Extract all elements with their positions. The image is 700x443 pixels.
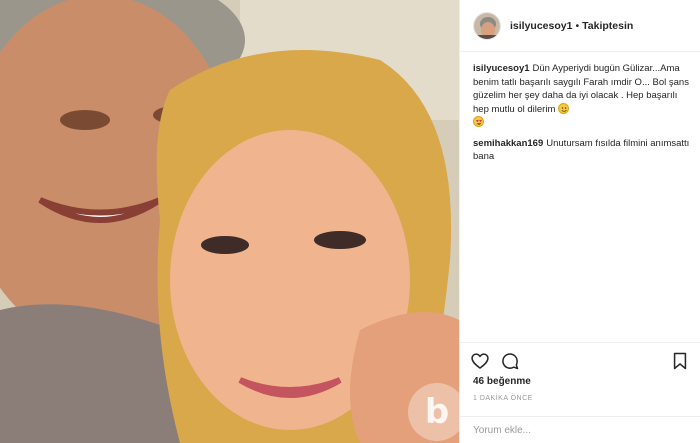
comment-icon[interactable] [500, 351, 520, 371]
post-author-username[interactable]: isilyucesoy1 [510, 20, 572, 32]
smiling-face-icon [558, 102, 570, 114]
post-timestamp[interactable]: 1 DAKİKA ÖNCE [473, 395, 533, 402]
comment-item: semihakkan169 Unutursam fısılda filmini a… [473, 137, 691, 164]
likes-count[interactable]: 46 beğenme [473, 376, 531, 387]
watermark-letter: b [424, 392, 450, 432]
add-comment-bar [460, 416, 700, 443]
caption-comment: isilyucesoy1 Dün Ayperiydi bugün Gülizar.… [473, 62, 691, 130]
post-header: isilyucesoy1 • Takiptesin [460, 0, 700, 52]
action-bar [460, 342, 700, 374]
comment-username[interactable]: isilyucesoy1 [473, 63, 530, 74]
smiling-face-with-heart-eyes-icon [473, 116, 484, 127]
post-side-panel: isilyucesoy1 • Takiptesin isilyucesoy1 Dü… [459, 0, 700, 443]
watermark-logo: b [408, 383, 459, 441]
post-photo: b [0, 0, 459, 443]
header-separator: • [575, 19, 580, 32]
comments-list: isilyucesoy1 Dün Ayperiydi bugün Gülizar.… [473, 62, 691, 171]
follow-status-button[interactable]: Takiptesin [582, 20, 633, 32]
avatar[interactable] [473, 11, 501, 40]
comment-username[interactable]: semihakkan169 [473, 138, 543, 149]
comment-input[interactable] [473, 424, 673, 436]
avatar-image [474, 12, 500, 39]
bookmark-icon[interactable] [670, 351, 690, 371]
heart-icon[interactable] [470, 351, 490, 371]
photo-illustration [0, 0, 459, 443]
